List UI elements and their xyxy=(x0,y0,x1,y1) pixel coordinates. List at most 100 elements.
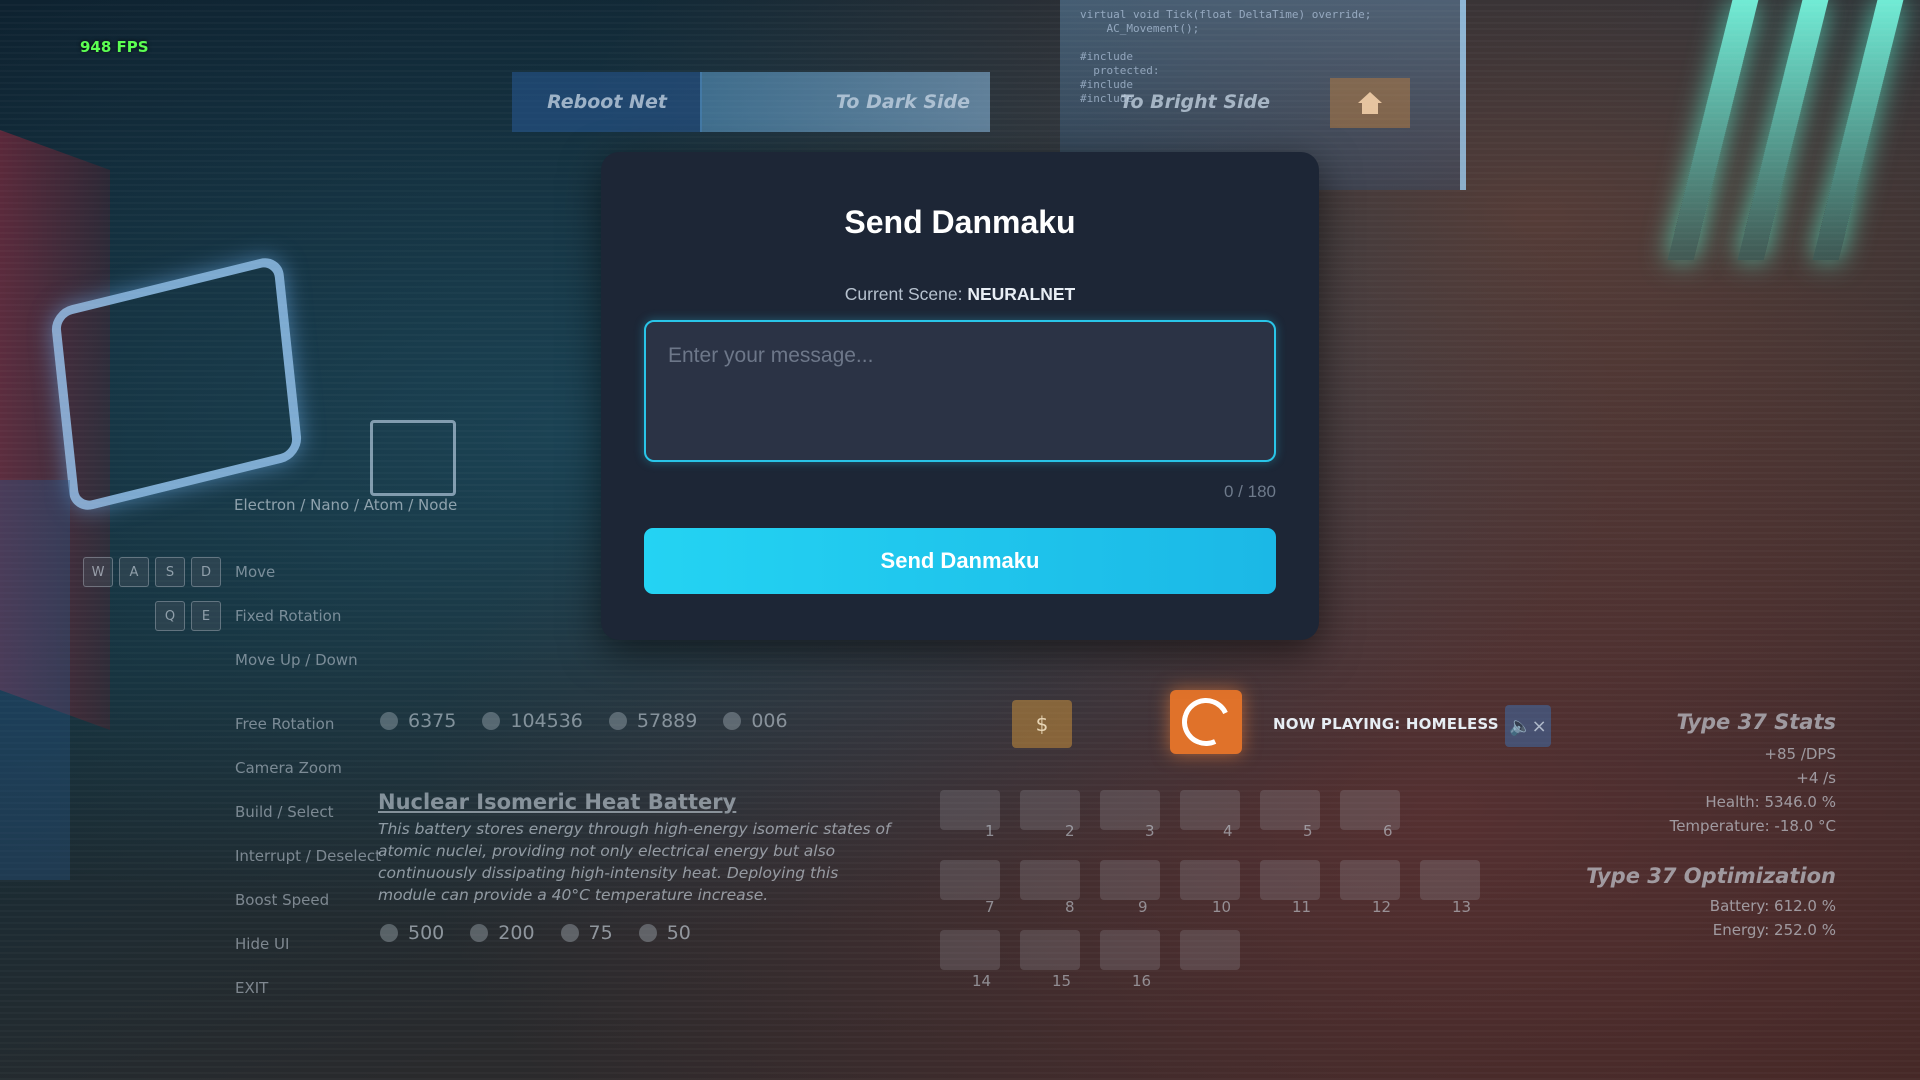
key-q: Q xyxy=(155,601,185,631)
now-playing-text: NOW PLAYING: HOMELESS xyxy=(1273,715,1499,733)
slot-number: 12 xyxy=(1372,898,1392,916)
stat-health: Health: 5346.0 % xyxy=(1705,793,1836,811)
control-label: Hide UI xyxy=(235,935,290,953)
send-danmaku-button[interactable]: Send Danmaku xyxy=(644,528,1276,594)
key-w: W xyxy=(83,557,113,587)
build-slot[interactable] xyxy=(1180,860,1240,900)
resource-bar: 6375 104536 57889 006 xyxy=(380,710,788,732)
control-label: Move xyxy=(235,563,276,581)
cost-item: 500 xyxy=(380,922,444,944)
key-d: D xyxy=(191,557,221,587)
control-label: Interrupt / Deselect xyxy=(235,847,381,865)
resource-item: 57889 xyxy=(608,710,697,732)
control-row-move: W A S D Move xyxy=(80,557,275,587)
current-scene: Current Scene: NEURALNET xyxy=(601,284,1319,305)
build-slot[interactable] xyxy=(1020,930,1080,970)
slot-number: 13 xyxy=(1452,898,1472,916)
dialog-title: Send Danmaku xyxy=(844,204,1076,240)
stat-battery: Battery: 612.0 % xyxy=(1709,897,1836,915)
music-disc-icon xyxy=(1175,691,1237,753)
control-row-move-up-down: Move Up / Down xyxy=(80,645,358,675)
slot-number: 5 xyxy=(1303,822,1313,840)
cost-item: 50 xyxy=(638,922,691,944)
fps-counter: 948 FPS xyxy=(80,38,149,56)
stats-title: Type 37 Stats xyxy=(1676,710,1836,734)
slot-number: 8 xyxy=(1065,898,1075,916)
build-slot[interactable] xyxy=(1420,860,1480,900)
exit-label: EXIT xyxy=(235,979,269,997)
slot-number: 14 xyxy=(972,972,992,990)
resource-item: 006 xyxy=(723,710,788,732)
resource-icon xyxy=(560,924,579,942)
send-danmaku-dialog: Send Danmaku Current Scene: NEURALNET 0 … xyxy=(601,152,1319,640)
home-button[interactable] xyxy=(1330,78,1410,128)
stats-panel: Type 37 Stats +85 /DPS +4 /s Health: 534… xyxy=(1586,710,1836,942)
resource-item: 6375 xyxy=(380,710,456,732)
control-label: Fixed Rotation xyxy=(235,607,342,625)
control-row-hide-ui: Hide UI xyxy=(80,929,289,959)
music-disc-button[interactable] xyxy=(1170,690,1242,754)
resource-icon xyxy=(482,712,501,730)
control-row-camera-zoom: Camera Zoom xyxy=(80,753,342,783)
shop-button[interactable]: $ xyxy=(1012,700,1072,748)
build-slot[interactable] xyxy=(940,930,1000,970)
resource-icon xyxy=(380,712,398,730)
control-label: Boost Speed xyxy=(235,891,330,909)
slot-number: 7 xyxy=(985,898,995,916)
home-icon xyxy=(1358,92,1382,114)
slot-number: 9 xyxy=(1138,898,1148,916)
optimization-title: Type 37 Optimization xyxy=(1586,864,1836,888)
dollar-icon: $ xyxy=(1035,712,1049,736)
slot-number: 1 xyxy=(985,822,995,840)
message-input[interactable] xyxy=(644,320,1276,462)
build-slot[interactable] xyxy=(1260,860,1320,900)
control-label: Build / Select xyxy=(235,803,334,821)
control-label: Free Rotation xyxy=(235,715,335,733)
slot-number: 10 xyxy=(1212,898,1232,916)
resource-icon xyxy=(723,712,742,730)
item-description: This battery stores energy through high-… xyxy=(378,820,891,904)
breadcrumb: Electron / Nano / Atom / Node xyxy=(234,496,458,514)
control-label: Camera Zoom xyxy=(235,759,342,777)
stat-temperature: Temperature: -18.0 °C xyxy=(1669,817,1836,835)
mute-button[interactable]: 🔈× xyxy=(1505,705,1551,747)
to-dark-side-button[interactable]: To Dark Side xyxy=(700,72,990,132)
resource-icon xyxy=(380,924,398,942)
slot-number: 3 xyxy=(1145,822,1155,840)
cost-item: 200 xyxy=(470,922,535,944)
slot-number: 6 xyxy=(1383,822,1393,840)
control-row-exit[interactable]: EXIT xyxy=(80,973,268,1003)
resource-icon xyxy=(608,712,627,730)
slot-number: 15 xyxy=(1052,972,1072,990)
build-slot[interactable] xyxy=(1340,860,1400,900)
stat-energy: Energy: 252.0 % xyxy=(1712,921,1836,939)
scene-value: NEURALNET xyxy=(967,284,1076,304)
bracket-decoration xyxy=(370,420,456,496)
resource-icon xyxy=(638,924,657,942)
stat-rate: +4 /s xyxy=(1796,769,1836,787)
stat-dps: +85 /DPS xyxy=(1764,745,1836,763)
slot-number: 11 xyxy=(1292,898,1312,916)
control-row-interrupt: Interrupt / Deselect xyxy=(80,841,381,871)
to-bright-side-button[interactable]: To Bright Side xyxy=(1060,72,1330,132)
control-row-boost-speed: Boost Speed xyxy=(80,885,329,915)
locked-slot xyxy=(1180,930,1240,970)
build-slot[interactable] xyxy=(1100,930,1160,970)
key-a: A xyxy=(119,557,149,587)
reboot-net-button[interactable]: Reboot Net xyxy=(512,72,702,132)
control-row-build-select: Build / Select xyxy=(80,797,334,827)
cost-item: 75 xyxy=(560,922,613,944)
build-slot[interactable] xyxy=(1020,860,1080,900)
scene-label: Current Scene: xyxy=(844,284,963,304)
item-costs: 500 200 75 50 xyxy=(380,922,691,944)
build-slot[interactable] xyxy=(940,860,1000,900)
slot-number: 4 xyxy=(1223,822,1233,840)
speaker-muted-icon: 🔈× xyxy=(1509,715,1547,737)
slot-number: 16 xyxy=(1132,972,1152,990)
item-title: Nuclear Isomeric Heat Battery xyxy=(378,790,737,814)
build-slot[interactable] xyxy=(1100,860,1160,900)
slot-number: 2 xyxy=(1065,822,1075,840)
resource-item: 104536 xyxy=(482,710,583,732)
left-side-panel xyxy=(0,480,70,880)
resource-icon xyxy=(470,924,489,942)
